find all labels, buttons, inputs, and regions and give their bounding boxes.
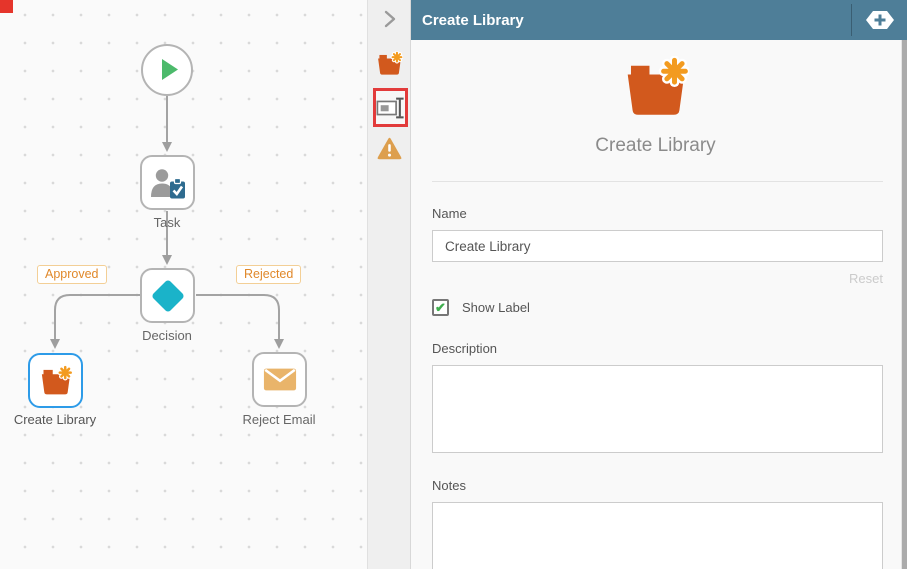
notes-textarea[interactable] [432, 502, 883, 569]
workflow-canvas[interactable]: Task Decision Approved Rejected Create L… [0, 0, 368, 569]
reset-row: Reset [432, 270, 883, 288]
branch-label-approved: Approved [37, 265, 107, 284]
add-button[interactable] [852, 0, 907, 40]
tab-library-settings[interactable] [368, 51, 411, 76]
show-label-row: ✔ Show Label [432, 299, 883, 316]
properties-panel: Create Library Create Library Name Reset [411, 0, 907, 569]
panel-header-title: Create Library [422, 11, 524, 29]
properties-form: Name Reset ✔ Show Label Description Note… [411, 182, 900, 569]
notes-label: Notes [432, 478, 466, 493]
node-create-library[interactable] [28, 353, 83, 408]
name-label: Name [432, 206, 467, 221]
show-label-checkbox[interactable]: ✔ [432, 299, 449, 316]
email-icon [262, 367, 297, 392]
node-reject-email[interactable] [252, 352, 307, 407]
new-library-folder-icon-large [623, 56, 689, 118]
rename-label-icon [376, 97, 405, 118]
step-hero: Create Library [411, 40, 900, 157]
arrowhead [274, 339, 284, 349]
step-title: Create Library [595, 135, 716, 156]
panel-header: Create Library [411, 0, 907, 40]
play-icon [162, 59, 178, 80]
node-task[interactable] [140, 155, 195, 210]
arrowhead [50, 339, 60, 349]
warning-icon [377, 137, 402, 160]
branch-label-rejected: Rejected [236, 265, 302, 284]
library-folder-icon [376, 51, 403, 76]
plus-badge-icon [865, 11, 894, 29]
reset-link[interactable]: Reset [849, 271, 883, 286]
arrowhead [162, 142, 172, 152]
user-task-icon [149, 167, 186, 200]
tab-rename-label-highlighted[interactable] [373, 88, 408, 127]
checkmark-icon: ✔ [435, 300, 446, 315]
description-textarea[interactable] [432, 365, 883, 453]
node-task-label: Task [153, 215, 181, 230]
workflow-designer: Task Decision Approved Rejected Create L… [0, 0, 907, 569]
decision-diamond-icon [150, 278, 185, 313]
name-input[interactable] [432, 230, 883, 262]
node-decision[interactable] [140, 268, 195, 323]
node-create-library-label: Create Library [13, 412, 97, 427]
show-label-text: Show Label [462, 300, 530, 315]
panel-body: Create Library Name Reset ✔ Show Label D… [411, 40, 900, 569]
collapse-chevron-icon [384, 10, 395, 28]
node-reject-email-label: Reject Email [242, 412, 316, 427]
collapse-panel-button[interactable] [368, 10, 411, 28]
description-label: Description [432, 341, 498, 356]
node-decision-label: Decision [142, 328, 192, 343]
node-start[interactable] [141, 44, 193, 96]
panel-scrollbar[interactable] [901, 40, 907, 569]
new-library-folder-icon [39, 365, 73, 396]
tab-warnings[interactable] [368, 137, 411, 160]
arrowhead [162, 255, 172, 265]
panel-tab-rail [368, 0, 411, 569]
